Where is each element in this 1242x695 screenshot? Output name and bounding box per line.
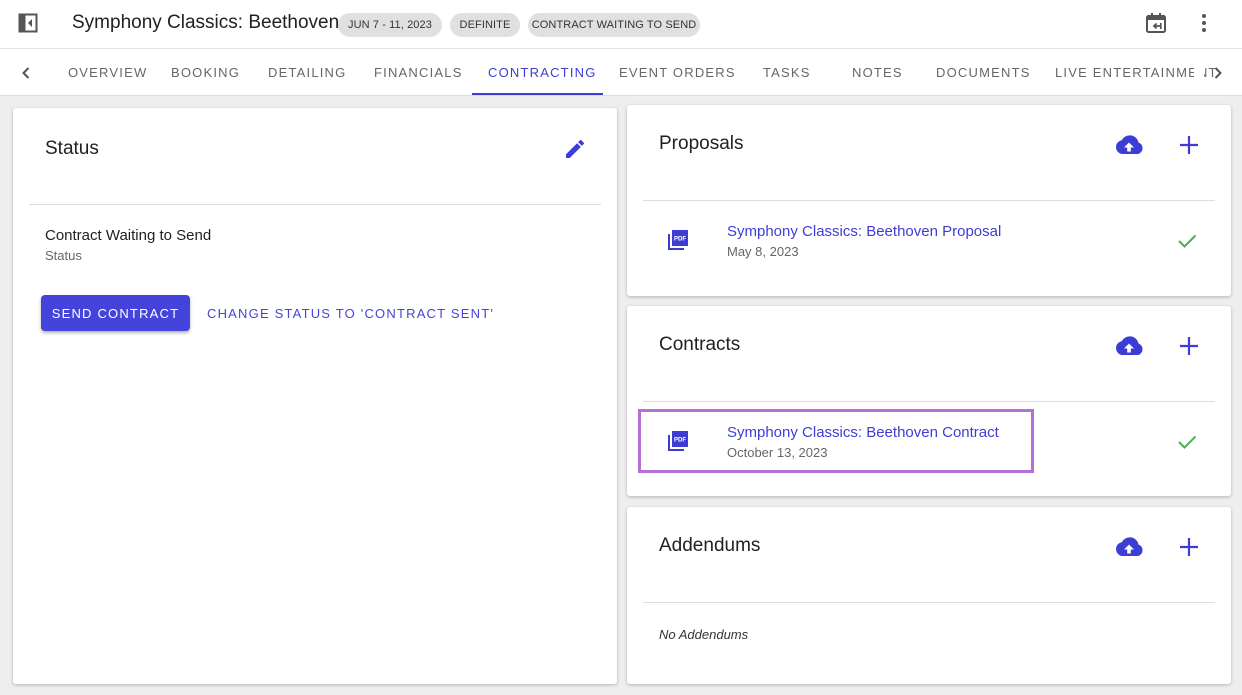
add-icon[interactable] [1177, 133, 1201, 157]
active-tab-indicator [472, 93, 603, 95]
event-title: Symphony Classics: Beethoven [72, 12, 340, 33]
tabs-scroll-left-icon[interactable] [14, 61, 38, 85]
tabs-scroll-right-icon[interactable] [1206, 61, 1230, 85]
check-icon [1176, 433, 1198, 451]
change-status-button[interactable]: CHANGE STATUS TO 'CONTRACT SENT' [207, 295, 494, 331]
proposals-title: Proposals [659, 133, 744, 154]
tab-overview[interactable]: OVERVIEW [68, 49, 147, 95]
status-card: Status Contract Waiting to Send Status S… [13, 108, 617, 684]
tab-notes[interactable]: NOTES [852, 49, 903, 95]
more-vert-icon[interactable] [1194, 12, 1214, 34]
tab-tasks[interactable]: TASKS [763, 49, 811, 95]
addendums-title: Addendums [659, 535, 761, 556]
app-header: Symphony Classics: Beethoven JUN 7 - 11,… [0, 0, 1242, 48]
status-card-title: Status [45, 138, 99, 159]
contract-highlight-box [638, 409, 1034, 473]
cloud-upload-icon[interactable] [1113, 133, 1145, 157]
proposals-divider [643, 200, 1215, 201]
date-chip: JUN 7 - 11, 2023 [338, 13, 442, 37]
tab-bar: OVERVIEW BOOKING DETAILING FINANCIALS CO… [0, 48, 1242, 96]
sidebar-collapse-icon[interactable] [18, 13, 38, 33]
proposal-item[interactable]: PDF Symphony Classics: Beethoven Proposa… [643, 205, 1215, 275]
svg-text:PDF: PDF [674, 237, 686, 243]
pencil-icon[interactable] [563, 137, 587, 161]
booking-status-chip: DEFINITE [450, 13, 520, 37]
addendums-empty-text: No Addendums [659, 627, 749, 642]
check-icon [1176, 232, 1198, 250]
tab-overflow-mask [1194, 49, 1204, 95]
calendar-back-icon[interactable] [1145, 12, 1167, 34]
contracts-divider [643, 401, 1215, 402]
proposal-date: May 8, 2023 [727, 244, 799, 259]
contracts-title: Contracts [659, 334, 741, 355]
send-contract-button[interactable]: SEND CONTRACT [41, 295, 190, 331]
tab-booking[interactable]: BOOKING [171, 49, 240, 95]
status-caption: Status [45, 248, 82, 263]
cloud-upload-icon[interactable] [1113, 535, 1145, 559]
tab-financials[interactable]: FINANCIALS [374, 49, 463, 95]
addendums-divider [643, 602, 1215, 603]
add-icon[interactable] [1177, 535, 1201, 559]
tab-event-orders[interactable]: EVENT ORDERS [619, 49, 736, 95]
tab-detailing[interactable]: DETAILING [268, 49, 346, 95]
addendums-card: Addendums No Addendums [627, 507, 1231, 684]
add-icon[interactable] [1177, 334, 1201, 358]
tab-contracting[interactable]: CONTRACTING [488, 49, 597, 95]
pdf-icon: PDF [666, 228, 690, 252]
tab-documents[interactable]: DOCUMENTS [936, 49, 1031, 95]
cloud-upload-icon[interactable] [1113, 334, 1145, 358]
status-divider [29, 204, 601, 205]
status-value: Contract Waiting to Send [45, 227, 212, 244]
proposals-card: Proposals PDF Symphony Classics: Beethov… [627, 105, 1231, 296]
contracts-card: Contracts PDF Symphony Classics: Beethov… [627, 306, 1231, 496]
contract-status-chip: CONTRACT WAITING TO SEND [528, 13, 700, 37]
proposal-link[interactable]: Symphony Classics: Beethoven Proposal [727, 223, 1001, 240]
